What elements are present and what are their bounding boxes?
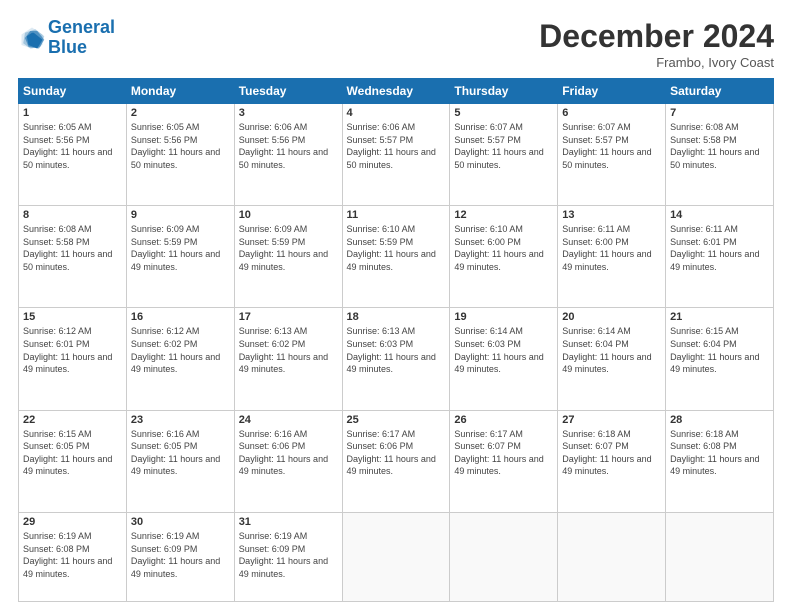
calendar-cell: 29Sunrise: 6:19 AMSunset: 6:08 PMDayligh… [19,512,127,601]
calendar-cell: 11Sunrise: 6:10 AMSunset: 5:59 PMDayligh… [342,206,450,308]
col-header-wednesday: Wednesday [342,79,450,104]
calendar-cell: 30Sunrise: 6:19 AMSunset: 6:09 PMDayligh… [126,512,234,601]
calendar-cell: 9Sunrise: 6:09 AMSunset: 5:59 PMDaylight… [126,206,234,308]
calendar-week-1: 1Sunrise: 6:05 AMSunset: 5:56 PMDaylight… [19,104,774,206]
calendar-cell: 22Sunrise: 6:15 AMSunset: 6:05 PMDayligh… [19,410,127,512]
col-header-friday: Friday [558,79,666,104]
header: General Blue December 2024 Frambo, Ivory… [18,18,774,70]
calendar-table: SundayMondayTuesdayWednesdayThursdayFrid… [18,78,774,602]
logo-icon [18,24,46,52]
col-header-saturday: Saturday [666,79,774,104]
calendar-cell: 31Sunrise: 6:19 AMSunset: 6:09 PMDayligh… [234,512,342,601]
calendar-cell: 14Sunrise: 6:11 AMSunset: 6:01 PMDayligh… [666,206,774,308]
calendar-cell: 16Sunrise: 6:12 AMSunset: 6:02 PMDayligh… [126,308,234,410]
col-header-monday: Monday [126,79,234,104]
calendar-cell: 2Sunrise: 6:05 AMSunset: 5:56 PMDaylight… [126,104,234,206]
col-header-sunday: Sunday [19,79,127,104]
calendar-cell: 5Sunrise: 6:07 AMSunset: 5:57 PMDaylight… [450,104,558,206]
title-block: December 2024 Frambo, Ivory Coast [539,18,774,70]
calendar-header-row: SundayMondayTuesdayWednesdayThursdayFrid… [19,79,774,104]
calendar-cell: 13Sunrise: 6:11 AMSunset: 6:00 PMDayligh… [558,206,666,308]
calendar-cell: 23Sunrise: 6:16 AMSunset: 6:05 PMDayligh… [126,410,234,512]
calendar-cell [450,512,558,601]
calendar-cell: 12Sunrise: 6:10 AMSunset: 6:00 PMDayligh… [450,206,558,308]
calendar-week-3: 15Sunrise: 6:12 AMSunset: 6:01 PMDayligh… [19,308,774,410]
calendar-week-4: 22Sunrise: 6:15 AMSunset: 6:05 PMDayligh… [19,410,774,512]
calendar-cell: 1Sunrise: 6:05 AMSunset: 5:56 PMDaylight… [19,104,127,206]
calendar-cell: 7Sunrise: 6:08 AMSunset: 5:58 PMDaylight… [666,104,774,206]
calendar-cell: 18Sunrise: 6:13 AMSunset: 6:03 PMDayligh… [342,308,450,410]
calendar-cell [558,512,666,601]
col-header-tuesday: Tuesday [234,79,342,104]
calendar-cell: 27Sunrise: 6:18 AMSunset: 6:07 PMDayligh… [558,410,666,512]
calendar-cell: 6Sunrise: 6:07 AMSunset: 5:57 PMDaylight… [558,104,666,206]
calendar-cell: 25Sunrise: 6:17 AMSunset: 6:06 PMDayligh… [342,410,450,512]
calendar-week-5: 29Sunrise: 6:19 AMSunset: 6:08 PMDayligh… [19,512,774,601]
logo: General Blue [18,18,115,58]
calendar-cell: 24Sunrise: 6:16 AMSunset: 6:06 PMDayligh… [234,410,342,512]
logo-general: General [48,17,115,37]
calendar-week-2: 8Sunrise: 6:08 AMSunset: 5:58 PMDaylight… [19,206,774,308]
calendar-cell: 3Sunrise: 6:06 AMSunset: 5:56 PMDaylight… [234,104,342,206]
month-title: December 2024 [539,18,774,55]
calendar-cell: 4Sunrise: 6:06 AMSunset: 5:57 PMDaylight… [342,104,450,206]
page: General Blue December 2024 Frambo, Ivory… [0,0,792,612]
calendar-cell [666,512,774,601]
calendar-cell: 8Sunrise: 6:08 AMSunset: 5:58 PMDaylight… [19,206,127,308]
logo-blue: Blue [48,38,115,58]
calendar-cell [342,512,450,601]
calendar-cell: 26Sunrise: 6:17 AMSunset: 6:07 PMDayligh… [450,410,558,512]
location: Frambo, Ivory Coast [539,55,774,70]
calendar-cell: 20Sunrise: 6:14 AMSunset: 6:04 PMDayligh… [558,308,666,410]
calendar-cell: 17Sunrise: 6:13 AMSunset: 6:02 PMDayligh… [234,308,342,410]
calendar-cell: 21Sunrise: 6:15 AMSunset: 6:04 PMDayligh… [666,308,774,410]
col-header-thursday: Thursday [450,79,558,104]
calendar-cell: 10Sunrise: 6:09 AMSunset: 5:59 PMDayligh… [234,206,342,308]
calendar-cell: 19Sunrise: 6:14 AMSunset: 6:03 PMDayligh… [450,308,558,410]
calendar-cell: 15Sunrise: 6:12 AMSunset: 6:01 PMDayligh… [19,308,127,410]
logo-text: General Blue [48,18,115,58]
calendar-cell: 28Sunrise: 6:18 AMSunset: 6:08 PMDayligh… [666,410,774,512]
